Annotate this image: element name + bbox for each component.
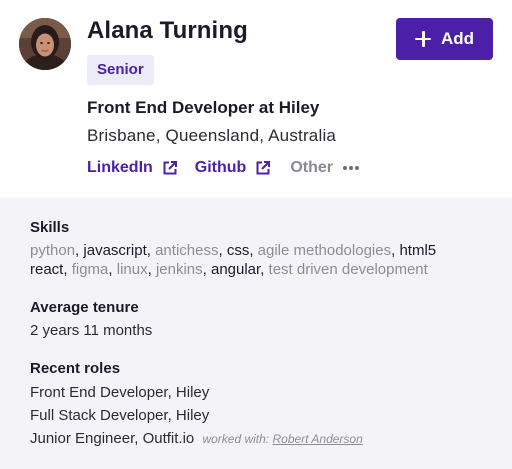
seniority-badge: Senior [87, 55, 154, 85]
add-button-label: Add [440, 29, 475, 48]
role-item: Front End Developer, Hiley [30, 384, 210, 401]
more-dots-icon [343, 166, 359, 170]
other-links-menu[interactable]: Other [290, 159, 359, 177]
skills-heading: Skills [30, 219, 70, 236]
location: Brisbane, Queensland, Australia [87, 126, 337, 145]
worked-with-note: worked with: Robert Anderson [202, 432, 362, 446]
avatar [19, 18, 71, 70]
skill-tag: css [226, 242, 250, 259]
recent-roles-heading: Recent roles [30, 360, 121, 377]
profile-header: Alana Turning Senior Add Front End Devel… [0, 0, 512, 198]
skills-line-2: react, figma, linux, jenkins, angular, t… [30, 261, 428, 278]
role-item: Junior Engineer, Outfit.io [30, 430, 195, 447]
skill-tag: react [30, 261, 64, 278]
skill-tag: linux [116, 261, 148, 278]
profile-links: LinkedIn Github Other [87, 158, 359, 178]
worked-with-person-link[interactable]: Robert Anderson [272, 432, 362, 446]
github-link[interactable]: Github [195, 159, 271, 177]
skill-tag: javascript [83, 242, 147, 259]
external-link-icon [163, 161, 177, 175]
worked-with-label: worked with: [202, 432, 270, 446]
skill-tag: html5 [399, 242, 437, 259]
tenure-value: 2 years 11 months [30, 322, 153, 339]
skill-tag: angular [210, 261, 261, 278]
add-button[interactable]: Add [396, 18, 493, 60]
linkedin-link-label: LinkedIn [87, 159, 153, 176]
role-item: Full Stack Developer, Hiley [30, 407, 210, 424]
external-link-icon [256, 161, 271, 175]
skill-tag: jenkins [155, 261, 203, 278]
plus-icon [414, 31, 431, 47]
skill-tag: figma [71, 261, 109, 278]
details-panel: Skills python, javascript, antichess, cs… [0, 198, 512, 469]
tenure-heading: Average tenure [30, 299, 139, 316]
other-label: Other [290, 159, 333, 176]
skill-tag: python [30, 242, 76, 259]
github-link-label: Github [194, 159, 247, 176]
profile-name: Alana Turning [87, 17, 248, 44]
job-title: Front End Developer at Hiley [87, 98, 320, 117]
role-item-with-note: Junior Engineer, Outfit.io worked with: … [30, 430, 363, 447]
skill-tag: test driven development [268, 261, 428, 278]
skills-line-1: python, javascript, antichess, css, agil… [30, 242, 437, 259]
linkedin-link[interactable]: LinkedIn [87, 159, 177, 177]
skill-tag: antichess [155, 242, 219, 259]
skill-tag: agile methodologies [257, 242, 392, 259]
